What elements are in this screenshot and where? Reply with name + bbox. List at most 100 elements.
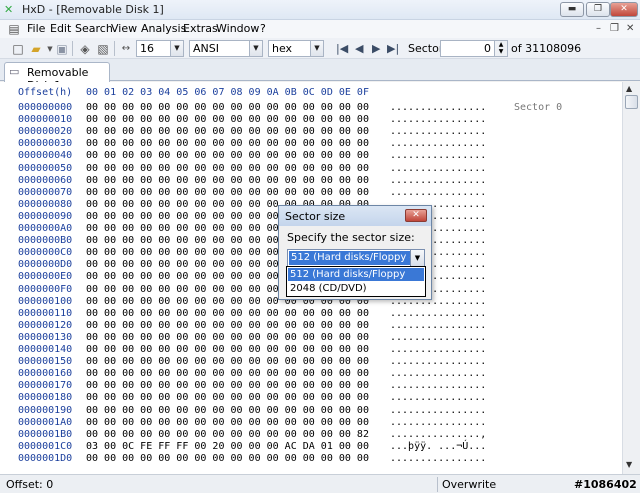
row-hex-bytes[interactable]: 00 00 00 00 00 00 00 00 00 00 00 00 00 0… [86,163,369,174]
charset-combo[interactable]: ANSI ▼ [189,40,263,57]
row-offset: 000000140 [18,344,73,355]
chevron-down-icon[interactable]: ▼ [410,250,424,266]
row-hex-bytes[interactable]: 00 00 00 00 00 00 00 00 00 00 00 00 00 0… [86,114,369,125]
print-icon[interactable]: ▧ [95,41,111,57]
tab-removable-disk[interactable]: ▭ Removable Disk 1 [4,62,110,92]
menu-help[interactable]: ? [260,22,266,35]
row-ascii[interactable]: ................ [390,380,486,391]
row-ascii[interactable]: ................ [390,308,486,319]
row-offset: 000000130 [18,331,73,343]
sector-spinner[interactable]: 0 ▲ ▼ [440,40,508,57]
row-hex-bytes[interactable]: 00 00 00 00 00 00 00 00 00 00 00 00 00 0… [86,332,369,343]
row-ascii[interactable]: ................ [390,356,486,367]
save-icon[interactable]: ▣ [54,41,70,57]
row-offset: 000000050 [18,162,73,174]
row-hex-bytes[interactable]: 00 00 00 00 00 00 00 00 00 00 00 00 00 0… [86,320,369,331]
restore-button[interactable]: ❐ [586,2,610,17]
row-hex-bytes[interactable]: 00 00 00 00 00 00 00 00 00 00 00 00 00 0… [86,187,369,198]
document-menu-icon[interactable]: ▤ [6,21,22,37]
menu-file[interactable]: File [27,22,45,35]
chevron-down-icon[interactable]: ▼ [249,41,262,56]
row-ascii[interactable]: ................ [390,405,486,416]
toolbar: □ ▰ ▼ ▣ ◈ ▧ ↔ 16 ▼ ANSI ▼ hex ▼ |◀ ◀ ▶ ▶… [0,38,640,59]
row-offset: 000000070 [18,186,73,198]
row-ascii[interactable]: ................ [390,150,486,161]
row-ascii[interactable]: ................ [390,187,486,198]
mdi-minimize-button[interactable]: – [596,23,601,34]
close-button[interactable]: ✕ [610,2,638,17]
menu-view[interactable]: View [111,22,137,35]
row-hex-bytes[interactable]: 00 00 00 00 00 00 00 00 00 00 00 00 00 0… [86,380,369,391]
row-ascii[interactable]: ................ [390,175,486,186]
offset-base-combo[interactable]: hex ▼ [268,40,324,57]
row-offset: 000000020 [18,126,73,138]
dialog-close-button[interactable]: ✕ [405,209,427,222]
menu-search[interactable]: Search [75,22,113,35]
row-hex-bytes[interactable]: 00 00 00 00 00 00 00 00 00 00 00 00 00 0… [86,308,369,319]
next-sector-button[interactable]: ▶ [372,42,380,55]
row-offset: 0000000F0 [18,283,73,295]
row-hex-bytes[interactable]: 00 00 00 00 00 00 00 00 00 00 00 00 00 0… [86,102,369,113]
row-ascii[interactable]: ................ [390,163,486,174]
status-mode: Overwrite [442,478,497,491]
window-title: HxD - [Removable Disk 1] [22,3,164,16]
chevron-down-icon[interactable]: ▼ [170,41,183,56]
row-hex-bytes[interactable]: 00 00 00 00 00 00 00 00 00 00 00 00 00 0… [86,453,369,464]
row-hex-bytes[interactable]: 00 00 00 00 00 00 00 00 00 00 00 00 00 0… [86,344,369,355]
menu-extras[interactable]: Extras [183,22,218,35]
row-hex-bytes[interactable]: 00 00 00 00 00 00 00 00 00 00 00 00 00 0… [86,356,369,367]
row-hex-bytes[interactable]: 00 00 00 00 00 00 00 00 00 00 00 00 00 0… [86,417,369,428]
row-hex-bytes[interactable]: 00 00 00 00 00 00 00 00 00 00 00 00 00 0… [86,175,369,186]
disk-icon: ▭ [9,65,20,78]
row-offset: 0000000C0 [18,247,73,259]
chevron-down-icon[interactable]: ▼ [310,41,323,56]
row-hex-bytes[interactable]: 00 00 00 00 00 00 00 00 00 00 00 00 00 0… [86,126,369,137]
row-ascii[interactable]: ................ [390,453,486,464]
row-hex-bytes[interactable]: 00 00 00 00 00 00 00 00 00 00 00 00 00 0… [86,150,369,161]
menu-analysis[interactable]: Analysis [141,22,186,35]
scroll-thumb[interactable] [625,95,638,109]
menu-edit[interactable]: Edit [50,22,71,35]
sector-size-option-512[interactable]: 512 (Hard disks/Floppy disks) [288,268,424,293]
mdi-restore-button[interactable]: ❐ [610,23,619,34]
row-ascii[interactable]: ................ [390,126,486,137]
row-ascii[interactable]: ................ [390,138,486,149]
row-ascii[interactable]: ................ [390,368,486,379]
row-ascii[interactable]: ................ [390,344,486,355]
row-hex-bytes[interactable]: 00 00 00 00 00 00 00 00 00 00 00 00 00 0… [86,429,369,440]
row-hex-bytes[interactable]: 00 00 00 00 00 00 00 00 00 00 00 00 00 0… [86,392,369,403]
scroll-down-icon[interactable]: ▼ [626,460,632,469]
row-ascii[interactable]: ................ [390,114,486,125]
vertical-scrollbar[interactable]: ▲ ▼ [622,82,640,474]
row-ascii[interactable]: ................ [390,320,486,331]
first-sector-button[interactable]: |◀ [336,42,348,55]
last-sector-button[interactable]: ▶| [387,42,399,55]
bytes-per-row-value: 16 [140,42,154,55]
sector-size-option-2048[interactable]: 2048 (CD/DVD) [288,282,424,295]
mdi-close-button[interactable]: ✕ [626,23,634,34]
column-header: 00 01 02 03 04 05 06 07 08 09 0A 0B 0C 0… [86,87,369,98]
row-offset: 000000060 [18,174,73,186]
properties-icon[interactable]: ◈ [77,41,93,57]
row-ascii[interactable]: ................ [390,102,486,113]
row-ascii[interactable]: ...þÿÿ. ...¬Ú... [390,441,486,452]
row-hex-bytes[interactable]: 00 00 00 00 00 00 00 00 00 00 00 00 00 0… [86,368,369,379]
row-offset: 000000160 [18,368,73,380]
menu-window[interactable]: Window [216,22,259,35]
sector-value: 0 [484,42,491,55]
spinner-arrows-icon[interactable]: ▲ ▼ [494,41,507,56]
new-file-icon[interactable]: □ [10,41,26,57]
row-hex-bytes[interactable]: 03 00 0C FE FF FF 00 20 00 00 00 AC DA 0… [86,441,369,452]
row-offset: 0000000D0 [18,259,73,271]
row-ascii[interactable]: ................ [390,392,486,403]
minimize-button[interactable]: ▬ [560,2,584,17]
row-hex-bytes[interactable]: 00 00 00 00 00 00 00 00 00 00 00 00 00 0… [86,405,369,416]
row-ascii[interactable]: ..............., [390,429,486,440]
row-ascii[interactable]: ................ [390,417,486,428]
row-hex-bytes[interactable]: 00 00 00 00 00 00 00 00 00 00 00 00 00 0… [86,138,369,149]
scroll-up-icon[interactable]: ▲ [626,84,632,93]
previous-sector-button[interactable]: ◀ [355,42,363,55]
bytes-per-row-combo[interactable]: 16 ▼ [136,40,184,57]
row-ascii[interactable]: ................ [390,332,486,343]
sector-size-select[interactable]: 512 (Hard disks/Floppy disks) ▼ [287,249,425,267]
